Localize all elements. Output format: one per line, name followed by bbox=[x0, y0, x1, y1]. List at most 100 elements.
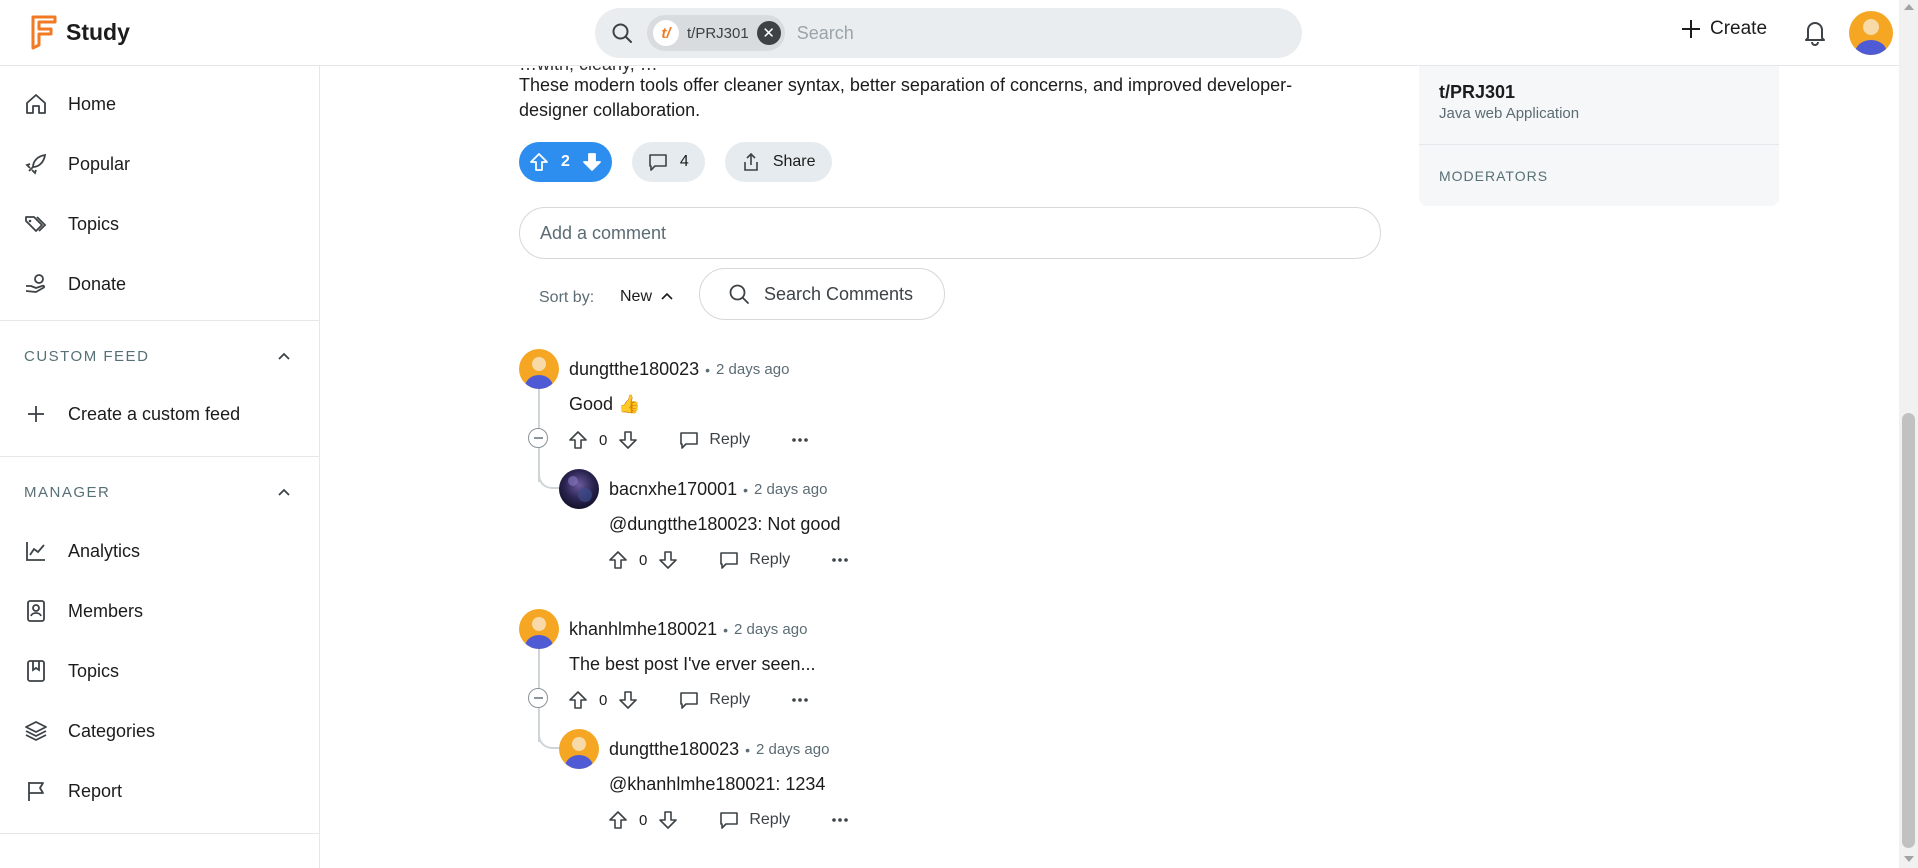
comment-username[interactable]: dungtthe180023 bbox=[569, 359, 699, 380]
comment-timestamp: 2 days ago bbox=[756, 741, 830, 758]
create-label: Create bbox=[1710, 18, 1768, 39]
upvote-icon[interactable] bbox=[567, 689, 589, 711]
comment-body: @dungtthe180023: Not good bbox=[609, 514, 841, 534]
scrollbar-thumb[interactable] bbox=[1902, 413, 1915, 848]
comment-timestamp: 2 days ago bbox=[716, 361, 790, 378]
app-logo[interactable]: Study bbox=[30, 14, 130, 50]
sort-dropdown[interactable]: New bbox=[620, 288, 674, 306]
comment-vote-control: 0 bbox=[567, 429, 639, 451]
comment-username[interactable]: khanhlmhe180021 bbox=[569, 619, 717, 640]
plus-icon bbox=[1682, 20, 1700, 38]
chevron-up-icon[interactable] bbox=[275, 348, 293, 366]
collapse-thread-button[interactable] bbox=[528, 428, 548, 448]
tags-icon bbox=[25, 216, 47, 232]
analytics-chart-icon bbox=[26, 542, 45, 561]
chip-label: t/PRJ301 bbox=[687, 24, 749, 42]
more-options-icon[interactable] bbox=[790, 430, 810, 450]
top-header: Study t/ t/PRJ301 ✕ Create bbox=[0, 0, 1899, 66]
members-icon bbox=[27, 600, 45, 622]
reply-button[interactable]: Reply bbox=[719, 810, 790, 830]
community-filter-chip[interactable]: t/ t/PRJ301 ✕ bbox=[647, 15, 785, 51]
avatar[interactable] bbox=[559, 469, 599, 509]
downvote-icon[interactable] bbox=[657, 809, 679, 831]
downvote-icon[interactable] bbox=[617, 429, 639, 451]
reply-label: Reply bbox=[709, 691, 751, 708]
comment-header: bacnxhe170001 • 2 days ago bbox=[609, 479, 827, 500]
user-avatar[interactable] bbox=[1849, 11, 1893, 55]
downvote-icon[interactable] bbox=[617, 689, 639, 711]
more-options-icon[interactable] bbox=[830, 550, 850, 570]
page-scrollbar[interactable] bbox=[1899, 0, 1918, 868]
upvote-icon[interactable] bbox=[567, 429, 589, 451]
downvote-icon[interactable] bbox=[582, 152, 602, 172]
comment-vote-control: 0 bbox=[607, 809, 679, 831]
comment-body: Good 👍 bbox=[569, 394, 641, 414]
create-custom-feed-button[interactable]: Create a custom feed bbox=[24, 399, 240, 429]
create-button[interactable]: Create bbox=[1680, 18, 1767, 40]
sidebar-item-home[interactable]: Home bbox=[24, 89, 116, 119]
comment-icon bbox=[680, 692, 699, 709]
share-button[interactable]: Share bbox=[724, 142, 832, 182]
sidebar-item-donate[interactable]: Donate bbox=[24, 269, 126, 299]
sidebar-item-label: Home bbox=[68, 93, 117, 114]
avatar[interactable] bbox=[559, 729, 599, 769]
search-input[interactable] bbox=[796, 22, 1177, 44]
panel-divider bbox=[1419, 144, 1779, 145]
collapse-thread-button[interactable] bbox=[528, 688, 548, 708]
comment-actions: 0 Reply bbox=[567, 689, 810, 711]
sidebar-item-manager-topics[interactable]: Topics bbox=[24, 656, 119, 686]
sidebar-item-analytics[interactable]: Analytics bbox=[24, 536, 140, 566]
separator-dot: • bbox=[745, 741, 751, 758]
reply-button[interactable]: Reply bbox=[679, 690, 750, 710]
reply-button[interactable]: Reply bbox=[679, 430, 750, 450]
upvote-icon[interactable] bbox=[607, 549, 629, 571]
global-search-bar[interactable]: t/ t/PRJ301 ✕ bbox=[595, 8, 1302, 58]
sidebar-item-categories[interactable]: Categories bbox=[24, 716, 155, 746]
sidebar-item-report[interactable]: Report bbox=[24, 776, 122, 806]
comment-icon bbox=[720, 552, 739, 569]
reply-button[interactable]: Reply bbox=[719, 550, 790, 570]
reply-label: Reply bbox=[749, 551, 791, 568]
sidebar-item-label: Topics bbox=[68, 213, 120, 234]
sidebar-item-popular[interactable]: Popular bbox=[24, 149, 130, 179]
upvote-icon[interactable] bbox=[529, 152, 549, 172]
search-comments-button[interactable]: Search Comments bbox=[699, 268, 945, 320]
plus-icon bbox=[28, 406, 44, 422]
sidebar-item-label: Popular bbox=[68, 153, 131, 174]
comment-vote-control: 0 bbox=[567, 689, 639, 711]
comment-username[interactable]: dungtthe180023 bbox=[609, 739, 739, 760]
avatar[interactable] bbox=[519, 349, 559, 389]
chevron-up-icon[interactable] bbox=[275, 484, 293, 502]
more-options-icon[interactable] bbox=[830, 810, 850, 830]
post-vote-control: 2 bbox=[519, 142, 612, 182]
custom-feed-heading: CUSTOM FEED bbox=[24, 348, 150, 365]
scroll-down-arrow-icon[interactable] bbox=[1904, 856, 1914, 862]
comment-icon bbox=[649, 154, 667, 171]
scroll-up-arrow-icon[interactable] bbox=[1904, 4, 1914, 10]
comment-body: The best post I've erver seen... bbox=[569, 654, 816, 674]
comment-username[interactable]: bacnxhe170001 bbox=[609, 479, 737, 500]
reply-label: Reply bbox=[709, 431, 751, 448]
reply-label: Reply bbox=[749, 811, 791, 828]
close-icon[interactable]: ✕ bbox=[756, 21, 781, 45]
community-name[interactable]: t/PRJ301 bbox=[1439, 82, 1515, 103]
sidebar-divider bbox=[0, 320, 320, 321]
comment-actions: 0 Reply bbox=[567, 429, 810, 451]
comment-header: dungtthe180023 • 2 days ago bbox=[609, 739, 829, 760]
sort-label: Sort by: bbox=[539, 289, 595, 306]
more-options-icon[interactable] bbox=[790, 690, 810, 710]
comment-actions: 0 Reply bbox=[607, 809, 850, 831]
upvote-icon[interactable] bbox=[607, 809, 629, 831]
add-comment-input[interactable]: Add a comment bbox=[519, 207, 1381, 259]
sidebar-item-label: Donate bbox=[68, 273, 127, 294]
share-icon bbox=[744, 152, 758, 171]
sidebar-item-members[interactable]: Members bbox=[24, 596, 143, 626]
comment-header: dungtthe180023 • 2 days ago bbox=[569, 359, 789, 380]
sidebar-item-topics[interactable]: Topics bbox=[24, 209, 119, 239]
avatar[interactable] bbox=[519, 609, 559, 649]
downvote-icon[interactable] bbox=[657, 549, 679, 571]
bell-icon[interactable] bbox=[1802, 18, 1828, 46]
comments-button[interactable]: 4 bbox=[631, 142, 705, 182]
comment-timestamp: 2 days ago bbox=[754, 481, 828, 498]
comment-icon bbox=[680, 432, 699, 449]
